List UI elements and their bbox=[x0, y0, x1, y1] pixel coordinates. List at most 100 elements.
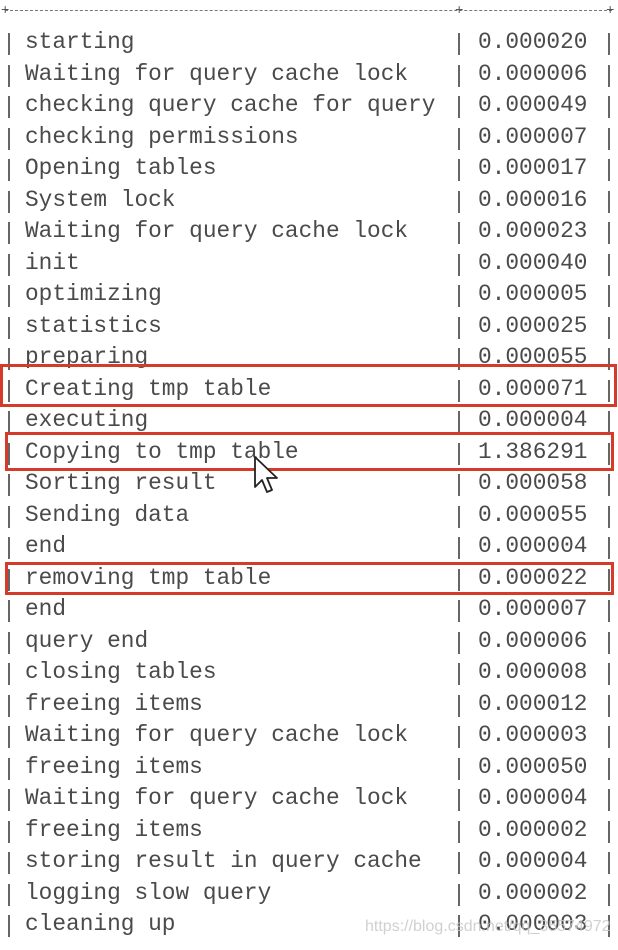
column-separator bbox=[8, 757, 10, 780]
column-separator bbox=[608, 159, 610, 181]
duration-cell: 0.000008 bbox=[478, 659, 588, 685]
column-separator bbox=[458, 159, 460, 181]
duration-cell: 0.000004 bbox=[478, 533, 588, 559]
column-separator bbox=[608, 285, 610, 307]
border-corner: + bbox=[455, 3, 464, 19]
column-separator bbox=[458, 33, 460, 55]
table-row: freeing items 0.000050 bbox=[0, 752, 618, 784]
state-cell: cleaning up bbox=[25, 911, 176, 937]
column-separator bbox=[458, 253, 460, 276]
duration-cell: 0.000049 bbox=[478, 92, 588, 118]
duration-cell: 0.000055 bbox=[478, 501, 588, 528]
duration-cell: 0.000012 bbox=[478, 690, 588, 717]
duration-cell: 0.000016 bbox=[478, 186, 588, 213]
column-separator bbox=[8, 537, 10, 559]
table-row: statistics 0.000025 bbox=[0, 311, 618, 343]
state-cell: Waiting for query cache lock bbox=[25, 785, 409, 811]
column-separator bbox=[458, 316, 460, 339]
column-separator bbox=[608, 64, 610, 87]
column-separator bbox=[8, 64, 10, 87]
column-separator bbox=[8, 159, 10, 181]
state-cell: end bbox=[25, 596, 67, 622]
column-separator bbox=[608, 222, 610, 244]
state-cell: System lock bbox=[25, 186, 176, 213]
column-separator bbox=[8, 33, 10, 55]
column-separator bbox=[8, 316, 10, 339]
table-row: logging slow query 0.000002 bbox=[0, 878, 618, 910]
column-separator bbox=[458, 64, 460, 87]
column-separator bbox=[608, 127, 610, 150]
state-cell: Waiting for query cache lock bbox=[25, 60, 409, 87]
column-separator bbox=[458, 411, 460, 433]
column-separator bbox=[608, 474, 610, 496]
column-separator bbox=[608, 883, 610, 906]
state-cell: Sending data bbox=[25, 501, 190, 528]
state-cell: end bbox=[25, 533, 67, 559]
column-separator bbox=[608, 33, 610, 55]
duration-cell: 0.000004 bbox=[478, 785, 588, 811]
table-row: Waiting for query cache lock 0.000006 bbox=[0, 59, 618, 91]
highlight-box-removing-tmp-table bbox=[5, 562, 614, 595]
watermark: https://blog.csdn.net/qq_35574972 bbox=[365, 918, 611, 935]
state-cell: Sorting result bbox=[25, 470, 217, 496]
column-separator bbox=[458, 694, 460, 717]
highlight-box-creating-tmp-table bbox=[0, 364, 617, 407]
column-separator bbox=[8, 190, 10, 213]
duration-cell: 0.000003 bbox=[478, 722, 588, 748]
table-row: freeing items 0.000002 bbox=[0, 815, 618, 847]
column-separator bbox=[608, 663, 610, 685]
column-separator bbox=[458, 96, 460, 118]
column-separator bbox=[8, 600, 10, 622]
table-row: Waiting for query cache lock 0.000004 bbox=[0, 783, 618, 815]
state-cell: Opening tables bbox=[25, 155, 217, 181]
column-separator bbox=[8, 96, 10, 118]
table-row: Sending data 0.000055 bbox=[0, 500, 618, 532]
column-separator bbox=[458, 789, 460, 811]
column-separator bbox=[8, 663, 10, 685]
column-separator bbox=[608, 757, 610, 780]
table-row: init 0.000040 bbox=[0, 248, 618, 280]
duration-cell: 0.000007 bbox=[478, 123, 588, 150]
column-separator bbox=[458, 883, 460, 906]
duration-cell: 0.000023 bbox=[478, 218, 588, 244]
state-cell: Waiting for query cache lock bbox=[25, 218, 409, 244]
highlight-box-copying-to-tmp-table bbox=[5, 432, 614, 471]
column-separator bbox=[608, 190, 610, 213]
state-cell: checking permissions bbox=[25, 123, 299, 150]
state-cell: closing tables bbox=[25, 659, 217, 685]
duration-cell: 0.000017 bbox=[478, 155, 588, 181]
column-separator bbox=[608, 96, 610, 118]
duration-cell: 0.000058 bbox=[478, 470, 588, 496]
table-row: starting 0.000020 bbox=[0, 27, 618, 59]
state-cell: freeing items bbox=[25, 753, 203, 780]
state-cell: Waiting for query cache lock bbox=[25, 722, 409, 748]
column-separator bbox=[458, 663, 460, 685]
column-separator bbox=[458, 127, 460, 150]
table-row: Waiting for query cache lock 0.000023 bbox=[0, 216, 618, 248]
column-separator bbox=[8, 852, 10, 874]
table-row: Waiting for query cache lock 0.000003 bbox=[0, 720, 618, 752]
state-cell: storing result in query cache bbox=[25, 848, 422, 874]
column-separator bbox=[458, 631, 460, 654]
mouse-cursor-icon bbox=[254, 456, 278, 493]
table-row: end 0.000004 bbox=[0, 531, 618, 563]
column-separator bbox=[458, 190, 460, 213]
border-corner: + bbox=[606, 3, 615, 19]
duration-cell: 0.000050 bbox=[478, 753, 588, 780]
table-row: storing result in query cache 0.000004 bbox=[0, 846, 618, 878]
duration-cell: 0.000004 bbox=[478, 848, 588, 874]
state-cell: optimizing bbox=[25, 281, 162, 307]
column-separator bbox=[458, 537, 460, 559]
column-separator bbox=[8, 222, 10, 244]
column-separator bbox=[608, 820, 610, 843]
state-cell: freeing items bbox=[25, 816, 203, 843]
duration-cell: 0.000040 bbox=[478, 249, 588, 276]
column-separator bbox=[608, 726, 610, 748]
column-separator bbox=[458, 285, 460, 307]
column-separator bbox=[608, 694, 610, 717]
column-separator bbox=[608, 253, 610, 276]
column-separator bbox=[8, 285, 10, 307]
column-separator bbox=[608, 789, 610, 811]
duration-cell: 0.000006 bbox=[478, 627, 588, 654]
column-separator bbox=[8, 820, 10, 843]
